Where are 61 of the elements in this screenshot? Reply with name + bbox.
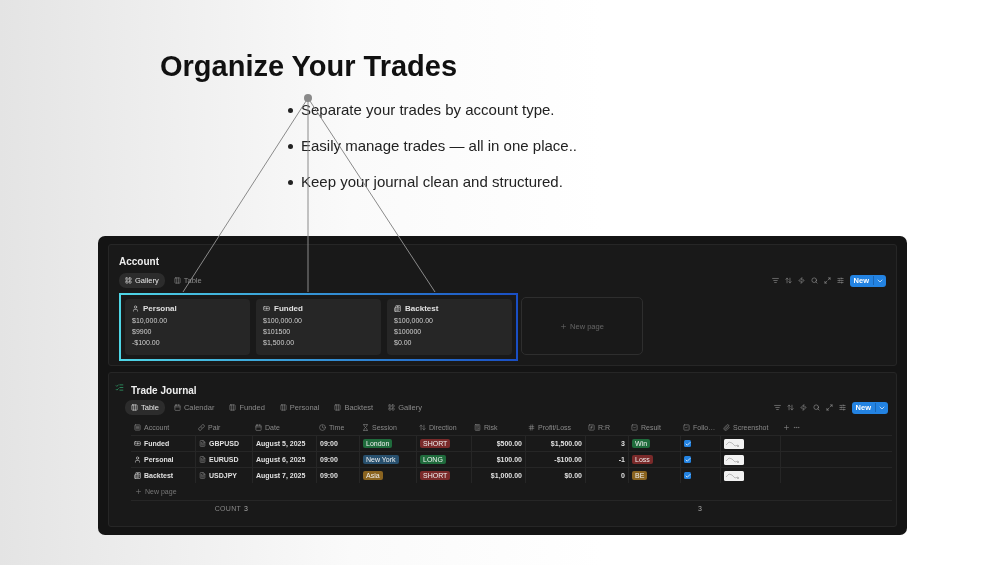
settings-icon[interactable] xyxy=(838,404,846,411)
headline: Organize Your Trades xyxy=(160,49,458,84)
document-icon xyxy=(199,472,206,479)
person-icon xyxy=(132,305,139,312)
document-icon xyxy=(199,456,206,463)
columns-icon xyxy=(131,404,138,411)
bullet-dot xyxy=(288,107,293,113)
checkbox[interactable] xyxy=(684,456,691,463)
sort-icon[interactable] xyxy=(784,277,792,284)
filter-icon[interactable] xyxy=(771,277,779,284)
columns-icon xyxy=(334,404,342,411)
grid-icon xyxy=(388,404,396,411)
newspaper-icon xyxy=(134,472,141,479)
leader-dot xyxy=(304,94,312,102)
checkbox[interactable] xyxy=(684,472,691,479)
card-title: Personal xyxy=(132,303,243,314)
columns-icon xyxy=(229,404,237,411)
paperclip-icon xyxy=(723,423,730,431)
grid-icon xyxy=(125,277,132,284)
checkbox-icon xyxy=(683,423,690,431)
function-icon xyxy=(588,423,595,431)
hash-icon xyxy=(528,423,535,431)
expand-icon[interactable] xyxy=(823,277,831,284)
bullet-text: Easily manage trades — all in one place.. xyxy=(301,137,577,155)
search-icon[interactable] xyxy=(812,404,820,411)
sort-icon[interactable] xyxy=(786,404,794,411)
clock-icon xyxy=(319,423,326,431)
section-title: Account xyxy=(119,254,160,268)
bullet-text: Keep your journal clean and structured. xyxy=(301,173,563,191)
calendar-icon xyxy=(255,423,262,431)
card-title: Backtest xyxy=(394,303,505,314)
columns-icon xyxy=(173,277,181,284)
hourglass-icon xyxy=(362,423,369,431)
person-icon xyxy=(134,456,141,463)
card-title: Funded xyxy=(263,303,374,314)
document-icon xyxy=(199,440,206,447)
link-icon xyxy=(198,423,205,431)
expand-icon[interactable] xyxy=(825,404,833,411)
bullet-text: Separate your trades by account type. xyxy=(301,101,555,119)
plus-icon xyxy=(135,488,142,495)
section-title: Trade Journal xyxy=(131,384,197,396)
filter-icon[interactable] xyxy=(773,404,781,411)
bullet-dot xyxy=(288,179,293,185)
newspaper-icon xyxy=(394,305,401,312)
calendar-icon xyxy=(173,404,181,411)
plus-icon xyxy=(560,322,568,330)
lightning-icon[interactable] xyxy=(797,277,805,284)
dropdown-icon xyxy=(631,423,638,431)
bullet-dot xyxy=(288,143,293,149)
arrows-icon xyxy=(419,423,426,431)
checkbox[interactable] xyxy=(684,440,691,447)
list-icon xyxy=(134,423,141,431)
settings-icon[interactable] xyxy=(836,277,844,284)
add-column-icon[interactable] xyxy=(783,423,790,431)
checklist-icon xyxy=(115,382,124,392)
lightning-icon[interactable] xyxy=(799,404,807,411)
search-icon[interactable] xyxy=(810,277,818,284)
banknote-icon xyxy=(134,440,141,447)
columns-icon xyxy=(279,404,287,411)
banknote-icon xyxy=(263,305,270,312)
calculator-icon xyxy=(474,423,481,431)
